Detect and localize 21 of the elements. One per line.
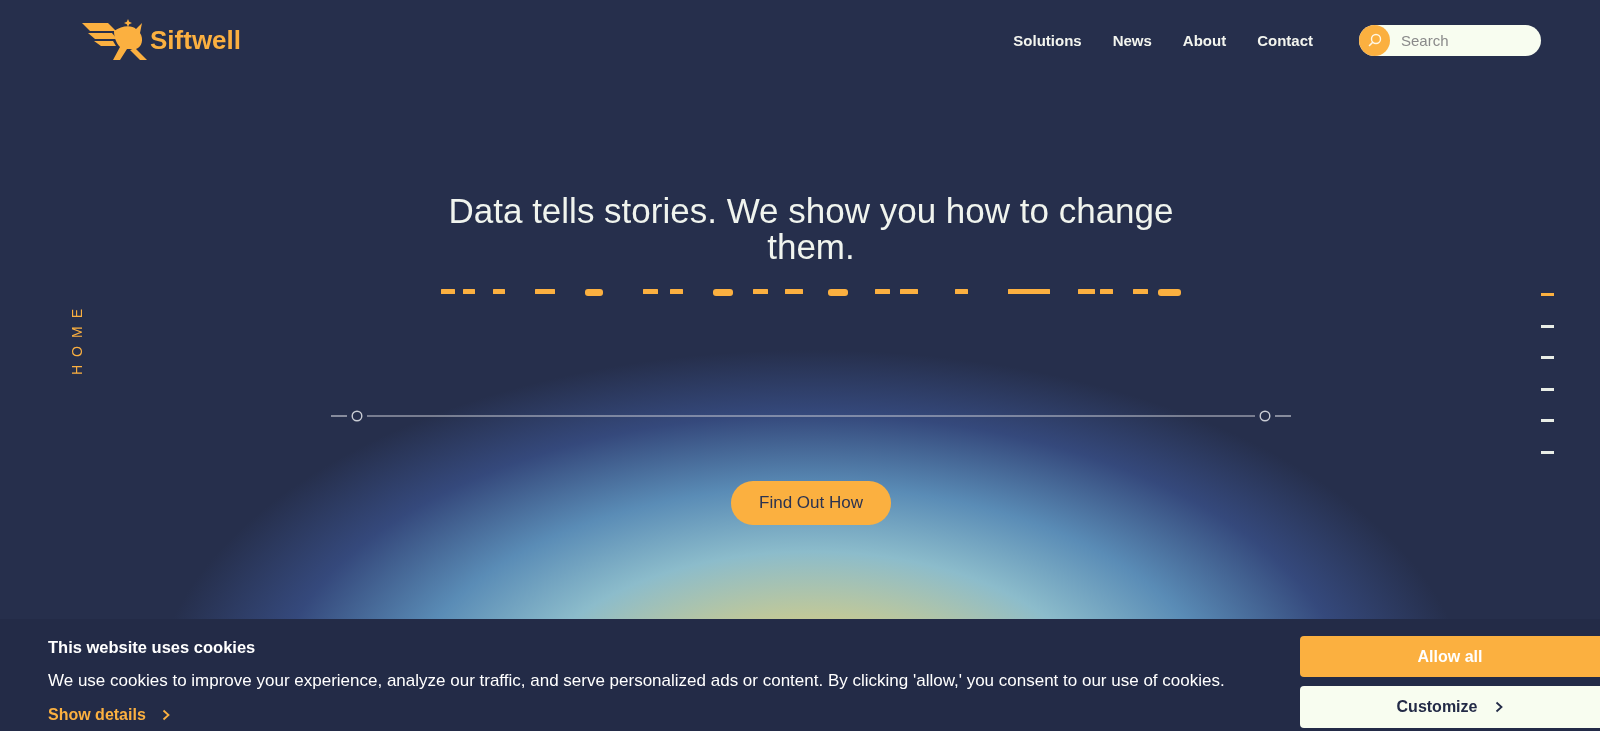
nav-link[interactable]: News — [1112, 31, 1152, 49]
section-indicator[interactable] — [1541, 387, 1554, 391]
section-label: HOME — [69, 301, 85, 375]
nav-link[interactable]: About — [1182, 31, 1227, 49]
logo-link[interactable]: Siftwell — [82, 19, 241, 61]
show-details-link[interactable]: Show details — [48, 705, 170, 725]
cookie-message: We use cookies to improve your experience, analyze our traffic, and serve personalized ads or content. By clicking 'allow,' you consent to our use of cookies. — [48, 671, 1226, 691]
nav-link[interactable]: Solutions — [1013, 31, 1082, 49]
winged-horse-icon — [82, 19, 148, 61]
find-out-how-button[interactable]: Find Out How — [731, 481, 891, 525]
chevron-icon — [1495, 701, 1504, 713]
cookie-title: This website uses cookies — [48, 637, 257, 657]
section-indicator[interactable] — [1541, 419, 1554, 423]
nav-link[interactable]: Contact — [1257, 31, 1313, 49]
section-indicator[interactable] — [1541, 324, 1554, 328]
section-indicator[interactable] — [1541, 450, 1554, 454]
hero-headline: Data tells stories. We show you how to change them. — [447, 193, 1175, 265]
search-icon — [1359, 24, 1390, 56]
section-indicator[interactable] — [1541, 356, 1554, 360]
cookie-button[interactable]: Customize — [1300, 686, 1600, 728]
chevron-icon — [161, 709, 170, 721]
